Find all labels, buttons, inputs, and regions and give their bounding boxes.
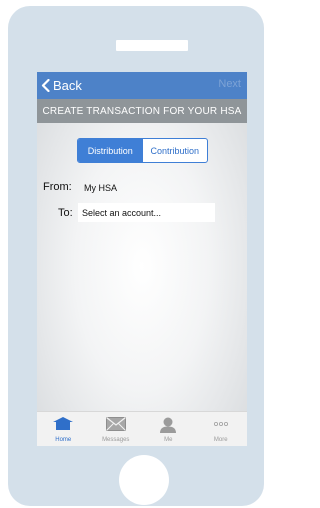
to-label: To: <box>58 207 73 219</box>
from-account-value: My HSA <box>84 183 118 193</box>
ellipsis-icon <box>213 422 228 427</box>
tab-more[interactable]: More <box>195 412 248 446</box>
phone-speaker <box>116 40 188 51</box>
segment-distribution[interactable]: Distribution <box>78 139 143 162</box>
to-account-select[interactable]: Select an account... <box>78 203 215 222</box>
phone-home-button[interactable] <box>119 455 169 505</box>
navigation-bar: Back Next <box>37 72 247 99</box>
tab-bar: Home Messages Me More <box>37 411 247 446</box>
tab-home-label: Home <box>55 437 72 443</box>
from-label: From: <box>43 181 72 193</box>
tab-more-label: More <box>213 437 228 443</box>
home-icon <box>53 417 74 430</box>
segment-contribution[interactable]: Contribution <box>143 139 208 162</box>
tab-messages[interactable]: Messages <box>90 412 143 446</box>
tab-home[interactable]: Home <box>37 412 90 446</box>
app-screen: Back Next CREATE TRANSACTION FOR YOUR HS… <box>37 72 247 446</box>
tab-me-label: Me <box>164 437 173 443</box>
person-icon <box>160 417 177 433</box>
transaction-type-segmented-control: Distribution Contribution <box>77 138 208 163</box>
envelope-icon <box>105 417 126 431</box>
tab-messages-label: Messages <box>102 437 130 443</box>
back-button[interactable]: Back <box>41 76 82 94</box>
chevron-left-icon <box>41 78 50 92</box>
tab-me[interactable]: Me <box>142 412 195 446</box>
page-title: CREATE TRANSACTION FOR YOUR HSA <box>37 99 247 123</box>
back-label: Back <box>53 77 82 93</box>
next-button[interactable]: Next <box>218 78 241 90</box>
